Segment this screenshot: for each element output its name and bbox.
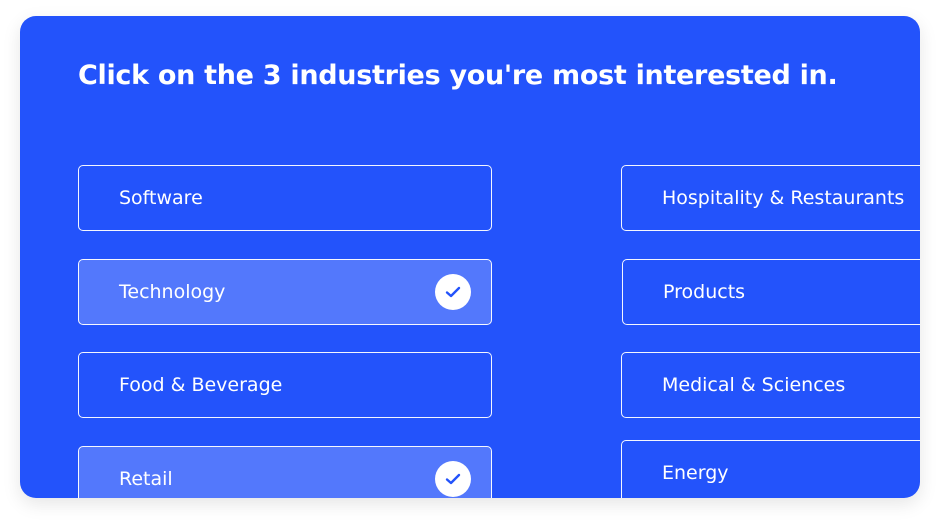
checkmark-icon (435, 274, 471, 310)
option-technology[interactable]: Technology (78, 259, 492, 325)
option-medical-sciences[interactable]: Medical & Sciences (621, 352, 920, 418)
industry-selection-card: Click on the 3 industries you're most in… (20, 16, 920, 498)
option-label: Medical & Sciences (662, 374, 846, 396)
option-hospitality-restaurants[interactable]: Hospitality & Restaurants (621, 165, 920, 231)
option-label: Software (119, 187, 203, 209)
page-title: Click on the 3 industries you're most in… (78, 60, 838, 91)
option-label: Retail (119, 468, 173, 490)
option-label: Products (663, 281, 746, 303)
option-retail[interactable]: Retail (78, 446, 492, 498)
option-food-beverage[interactable]: Food & Beverage (78, 352, 492, 418)
option-label: Technology (119, 281, 226, 303)
option-software[interactable]: Software (78, 165, 492, 231)
option-label: Energy (662, 462, 729, 484)
checkmark-icon (435, 461, 471, 497)
option-products[interactable]: Products (622, 259, 920, 325)
option-label: Hospitality & Restaurants (662, 187, 905, 209)
option-energy[interactable]: Energy (621, 440, 920, 498)
option-label: Food & Beverage (119, 374, 283, 396)
